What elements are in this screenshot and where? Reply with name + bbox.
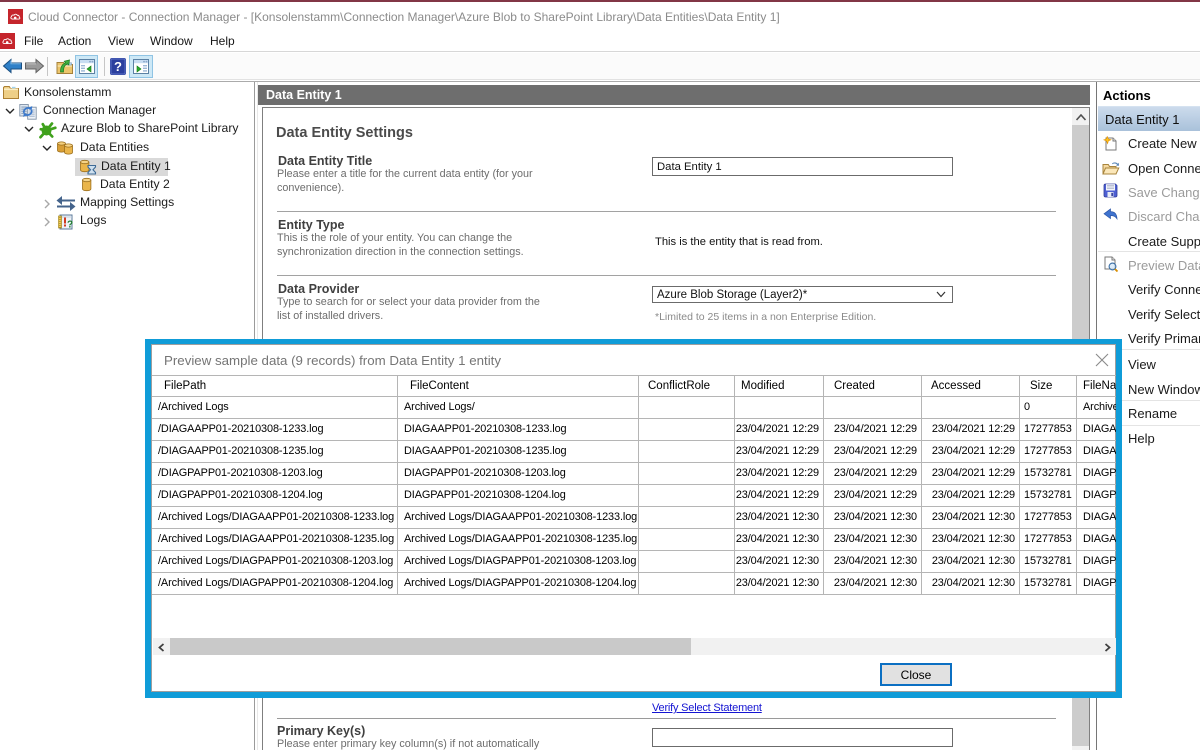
svg-text:?: ?	[114, 59, 122, 74]
svg-text:?: ?	[67, 220, 73, 231]
